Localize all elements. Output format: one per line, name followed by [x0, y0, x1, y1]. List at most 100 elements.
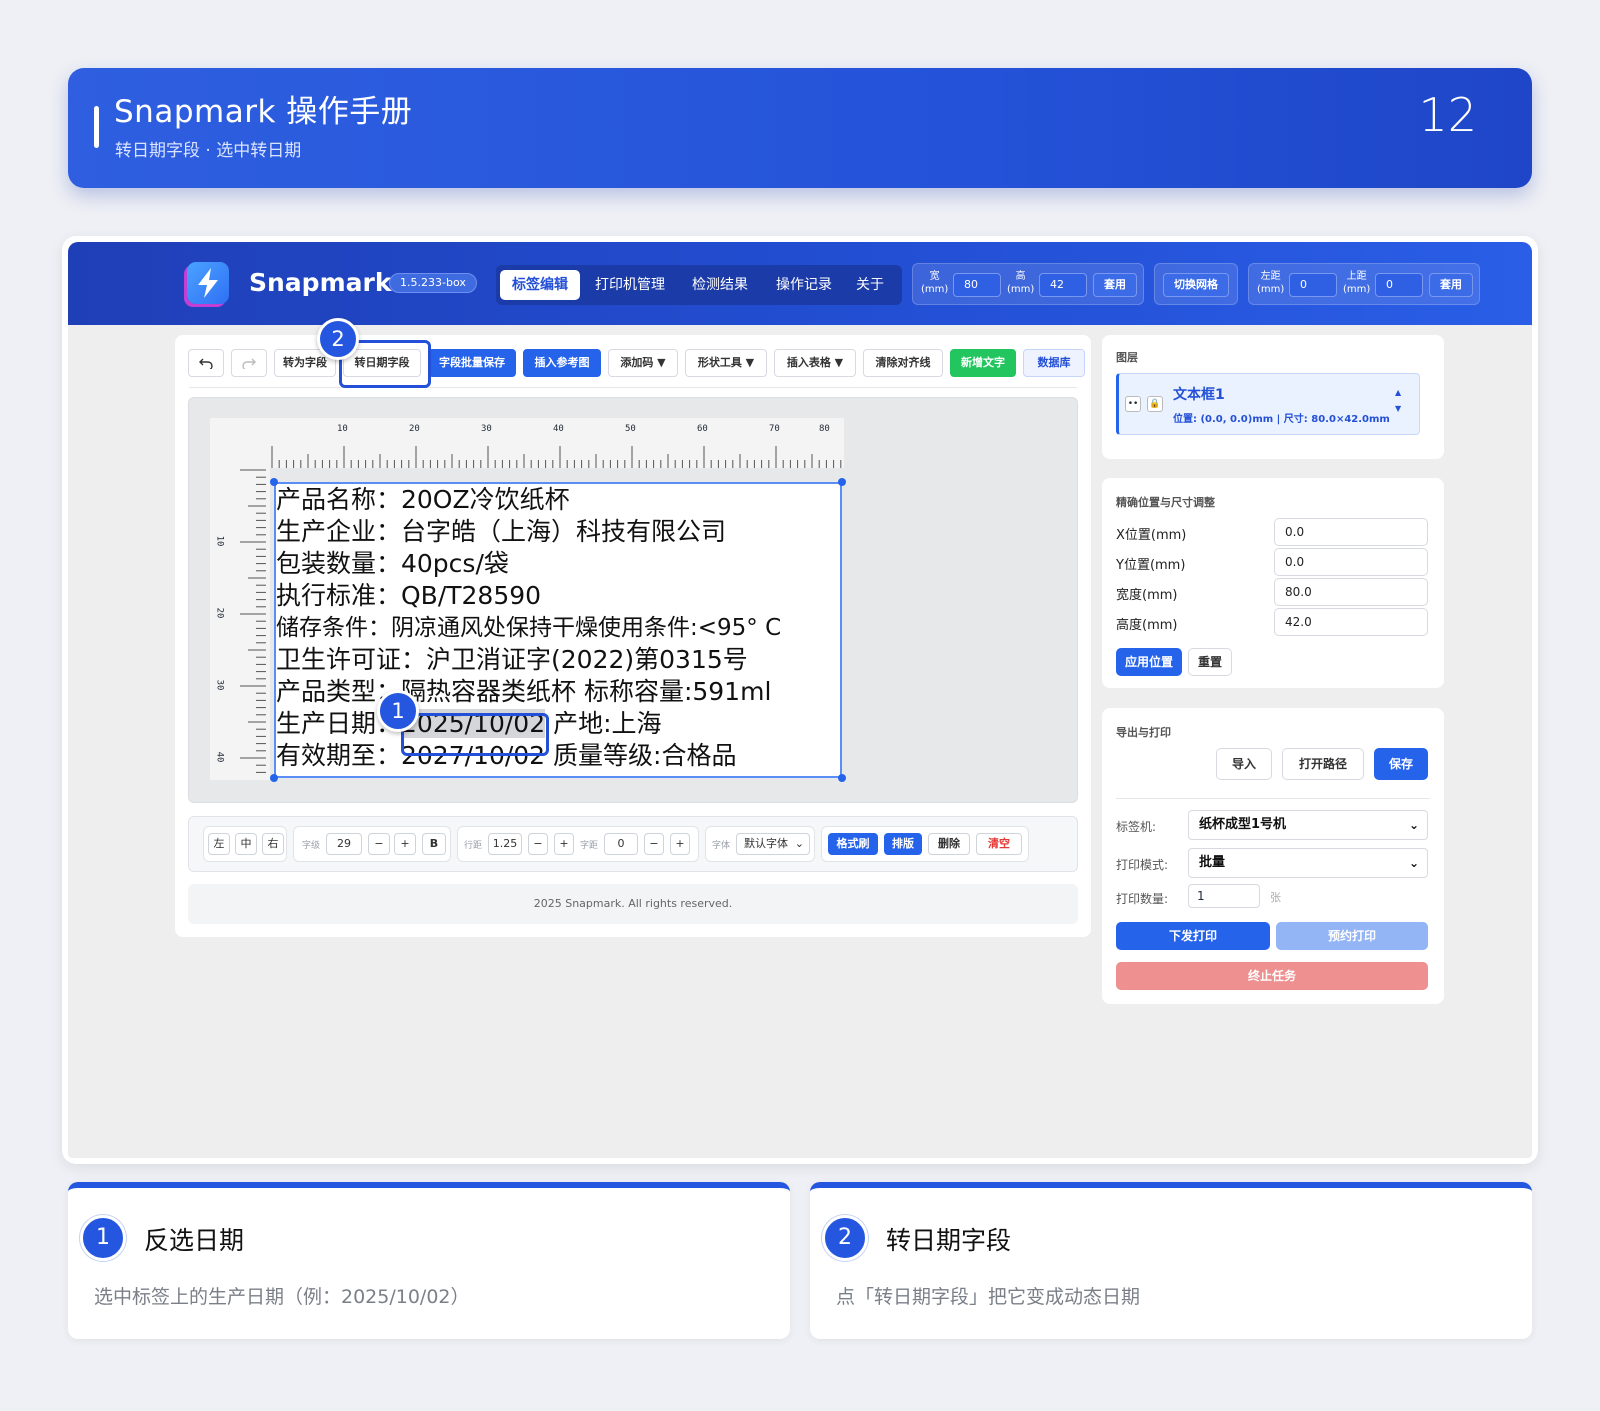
- printer-select[interactable]: 纸杯成型1号机 ⌄: [1188, 810, 1428, 840]
- clear-guides-button[interactable]: 清除对齐线: [863, 349, 943, 377]
- letter-spacing-increase-button[interactable]: +: [670, 833, 690, 855]
- format-toolbar: 左 中 右 字级 29 − + B 行距 1.25 − + 字距 0 − + 字…: [188, 816, 1078, 872]
- step-card-1: 1 反选日期 选中标签上的生产日期（例：2025/10/02）: [68, 1182, 790, 1339]
- label-line-product-name: 产品名称：20OZ冷饮纸杯: [276, 485, 570, 514]
- resize-handle[interactable]: [270, 774, 278, 782]
- letter-spacing-decrease-button[interactable]: −: [644, 833, 664, 855]
- left-margin-input[interactable]: 0: [1289, 273, 1337, 297]
- canvas-area[interactable]: 10 20 30 40 50 60 70 80 10 20 30 40 产品名称…: [188, 397, 1078, 803]
- insert-reference-image-button[interactable]: 插入参考图: [523, 349, 601, 377]
- chevron-down-icon: ⌄: [794, 837, 804, 850]
- database-button[interactable]: 数据库: [1023, 349, 1085, 377]
- width-field-label: 宽度(mm): [1116, 588, 1178, 603]
- reset-position-button[interactable]: 重置: [1188, 648, 1232, 676]
- print-mode-label: 打印模式:: [1116, 858, 1169, 872]
- font-size-decrease-button[interactable]: −: [368, 833, 390, 855]
- brand-name: Snapmark: [249, 268, 392, 297]
- import-button[interactable]: 导入: [1216, 748, 1272, 780]
- clear-button[interactable]: 清空: [976, 833, 1022, 855]
- print-mode-select[interactable]: 批量 ⌄: [1188, 848, 1428, 878]
- title-accent-bar: [94, 106, 99, 148]
- send-print-button[interactable]: 下发打印: [1116, 922, 1270, 950]
- callout-badge-1: 1: [377, 690, 419, 732]
- batch-save-fields-button[interactable]: 字段批量保存: [428, 349, 516, 377]
- font-size-increase-button[interactable]: +: [394, 833, 416, 855]
- print-count-label: 打印数量:: [1116, 892, 1169, 906]
- shape-tool-dropdown[interactable]: 形状工具 ▼: [685, 349, 767, 377]
- nav-printer-manage[interactable]: 打印机管理: [584, 270, 676, 300]
- nav-operation-log[interactable]: 操作记录: [764, 270, 844, 300]
- left-margin-label-text: 左距: [1260, 271, 1281, 282]
- width-unit: (mm): [921, 284, 949, 295]
- top-margin-input[interactable]: 0: [1375, 273, 1423, 297]
- add-code-dropdown[interactable]: 添加码 ▼: [608, 349, 678, 377]
- resize-handle[interactable]: [838, 774, 846, 782]
- line-height-decrease-button[interactable]: −: [528, 833, 548, 855]
- font-size-input[interactable]: 29: [326, 833, 362, 855]
- editor-panel: 转为字段 转日期字段 字段批量保存 插入参考图 添加码 ▼ 形状工具 ▼ 插入表…: [175, 335, 1091, 937]
- nav-label-edit[interactable]: 标签编辑: [500, 270, 580, 300]
- bold-button[interactable]: B: [422, 833, 446, 855]
- format-brush-button[interactable]: 格式刷: [828, 833, 878, 855]
- width-label-text: 宽: [929, 271, 940, 282]
- label-text-box[interactable]: 产品名称：20OZ冷饮纸杯 生产企业：台字皓（上海）科技有限公司 包装数量：40…: [274, 482, 842, 778]
- resize-handle[interactable]: [270, 478, 278, 486]
- x-position-label: X位置(mm): [1116, 528, 1187, 543]
- label-line-type: 产品类型：隔热容器类纸杯 标称容量:591ml: [276, 677, 772, 706]
- print-count-input[interactable]: 1: [1188, 884, 1260, 908]
- layout-button[interactable]: 排版: [884, 833, 922, 855]
- undo-button[interactable]: [188, 349, 224, 377]
- x-position-input[interactable]: 0.0: [1274, 518, 1428, 546]
- schedule-print-button[interactable]: 预约打印: [1276, 922, 1428, 950]
- resize-handle[interactable]: [838, 478, 846, 486]
- ruler-left: 10 20 30 40: [210, 468, 270, 780]
- font-family-select[interactable]: 默认字体 ⌄: [736, 833, 810, 855]
- font-size-label: 字级: [302, 841, 321, 851]
- layer-item-textbox[interactable]: •• 🔒 文本框1 位置: (0.0, 0.0)mm | 尺寸: 80.0×42…: [1116, 373, 1420, 435]
- apply-margin-button[interactable]: 套用: [1429, 273, 1473, 297]
- ruler-top-label: 20: [409, 424, 420, 434]
- apply-size-button[interactable]: 套用: [1093, 273, 1137, 297]
- export-print-panel: 导出与打印 导入 打开路径 保存 标签机: 纸杯成型1号机 ⌄ 打印模式: 批量 ⌄…: [1102, 708, 1444, 1004]
- align-center-button[interactable]: 中: [235, 833, 257, 855]
- ruler-left-label: 10: [214, 535, 225, 547]
- height-field-input[interactable]: 42.0: [1274, 608, 1428, 636]
- insert-table-dropdown[interactable]: 插入表格 ▼: [774, 349, 856, 377]
- nav-about[interactable]: 关于: [846, 270, 894, 300]
- size-settings: 宽 (mm) 80 高 (mm) 42 套用: [912, 263, 1144, 305]
- add-text-button[interactable]: 新增文字: [950, 349, 1016, 377]
- printer-value: 纸杯成型1号机: [1199, 817, 1287, 832]
- toggle-grid-button[interactable]: 切换网格: [1163, 273, 1229, 297]
- letter-spacing-input[interactable]: 0: [604, 833, 638, 855]
- apply-position-button[interactable]: 应用位置: [1116, 648, 1182, 676]
- left-margin-label: 左距 (mm): [1257, 270, 1284, 296]
- lock-icon[interactable]: 🔒: [1147, 396, 1163, 412]
- font-family-value: 默认字体: [744, 837, 788, 850]
- undo-icon: [199, 358, 213, 371]
- stop-task-button[interactable]: 终止任务: [1116, 962, 1428, 990]
- y-position-input[interactable]: 0.0: [1274, 548, 1428, 576]
- callout-badge-2: 2: [317, 318, 359, 360]
- ruler-top: 10 20 30 40 50 60 70 80: [210, 418, 844, 468]
- delete-button[interactable]: 删除: [928, 833, 970, 855]
- ruler-top-ticks: [271, 446, 842, 468]
- label-line-standard: 执行标准：QB/T28590: [276, 581, 542, 610]
- width-input[interactable]: 80: [953, 273, 1001, 297]
- redo-button[interactable]: [231, 349, 267, 377]
- width-field-input[interactable]: 80.0: [1274, 578, 1428, 606]
- open-path-button[interactable]: 打开路径: [1282, 748, 1364, 780]
- nav-detection-results[interactable]: 检测结果: [680, 270, 760, 300]
- eye-icon[interactable]: ••: [1125, 396, 1141, 412]
- align-right-button[interactable]: 右: [262, 833, 284, 855]
- save-button[interactable]: 保存: [1374, 748, 1428, 780]
- height-input[interactable]: 42: [1039, 273, 1087, 297]
- ruler-top-label: 70: [769, 424, 780, 434]
- move-down-icon[interactable]: ▼: [1395, 404, 1401, 413]
- line-height-input[interactable]: 1.25: [488, 833, 522, 855]
- align-left-button[interactable]: 左: [208, 833, 230, 855]
- line-height-increase-button[interactable]: +: [554, 833, 574, 855]
- app-header: Snapmark 1.5.233-box 标签编辑 打印机管理 检测结果 操作记…: [68, 242, 1532, 325]
- step-card-2: 2 转日期字段 点「转日期字段」把它变成动态日期: [810, 1182, 1532, 1339]
- step-title: 反选日期: [144, 1226, 245, 1255]
- move-up-icon[interactable]: ▲: [1395, 388, 1401, 397]
